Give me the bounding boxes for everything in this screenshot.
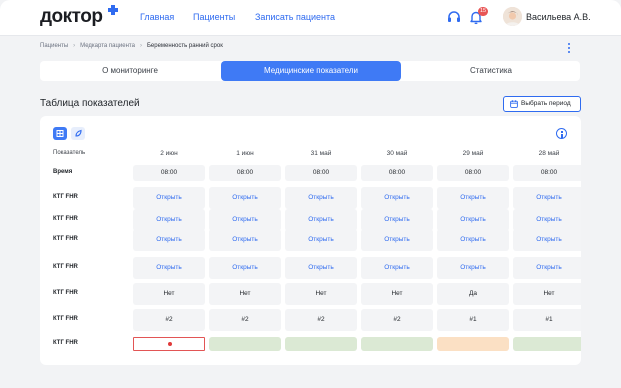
open-link[interactable]: Открыть (513, 229, 581, 251)
table-cell: 08:00 (513, 165, 581, 181)
info-icon[interactable] (556, 128, 567, 139)
date-column-header: 28 май (538, 150, 560, 157)
open-link[interactable]: Открыть (513, 209, 581, 231)
row-label: КТГ FHR (53, 340, 78, 346)
headset-icon[interactable] (446, 9, 462, 25)
row-label: КТГ FHR (53, 194, 78, 200)
row-label: КТГ FHR (53, 264, 78, 270)
top-header: доктор Главная Пациенты Записать пациент… (0, 0, 621, 36)
chart-view-icon (75, 129, 82, 137)
table-cell: Нет (361, 283, 433, 305)
user-name[interactable]: Васильева А.В. (526, 12, 591, 22)
table-cell: 08:00 (133, 165, 205, 181)
open-link[interactable]: Открыть (133, 187, 205, 209)
alert-dot-icon (168, 342, 172, 346)
avatar[interactable] (503, 7, 522, 26)
date-column-header: 29 май (462, 150, 484, 157)
app-window: доктор Главная Пациенты Записать пациент… (0, 0, 621, 388)
open-link[interactable]: Открыть (133, 257, 205, 279)
select-period-button[interactable]: Выбрать период (503, 96, 581, 112)
open-link[interactable]: Открыть (133, 209, 205, 231)
open-link[interactable]: Открыть (285, 257, 357, 279)
more-menu-icon[interactable] (566, 43, 572, 53)
section-title: Таблица показателей (40, 98, 140, 109)
table-cell: 08:00 (209, 165, 281, 181)
row-label: КТГ FHR (53, 236, 78, 242)
open-link[interactable]: Открыть (513, 187, 581, 209)
logo-cross-icon (108, 5, 118, 15)
table-cell: #1 (513, 309, 581, 331)
open-link[interactable]: Открыть (285, 209, 357, 231)
table-cell: Нет (209, 283, 281, 305)
row-label: КТГ FHR (53, 290, 78, 296)
open-link[interactable]: Открыть (361, 229, 433, 251)
table-cell: #1 (437, 309, 509, 331)
chevron-right-icon: › (73, 43, 76, 49)
chevron-right-icon: › (139, 43, 142, 49)
date-column-header: 1 июн (236, 150, 254, 157)
calendar-icon (510, 100, 518, 108)
grid-view-button[interactable] (53, 127, 67, 140)
status-cell[interactable] (133, 337, 205, 351)
nav-home[interactable]: Главная (140, 12, 174, 22)
open-link[interactable]: Открыть (133, 229, 205, 251)
table-cell: 08:00 (285, 165, 357, 181)
open-link[interactable]: Открыть (361, 257, 433, 279)
date-column-header: 2 июн (160, 150, 178, 157)
open-link[interactable]: Открыть (361, 209, 433, 231)
breadcrumb-patients[interactable]: Пациенты (40, 43, 68, 49)
open-link[interactable]: Открыть (209, 209, 281, 231)
open-link[interactable]: Открыть (437, 209, 509, 231)
open-link[interactable]: Открыть (209, 187, 281, 209)
tab-medical-indicators[interactable]: Медицинские показатели (221, 61, 401, 81)
notification-badge: 15 (478, 7, 488, 16)
indicators-card: Показатель 2 июн 1 июн 31 май 30 май 29 май 2… (40, 116, 581, 365)
open-link[interactable]: Открыть (285, 229, 357, 251)
table-cell: #2 (361, 309, 433, 331)
date-column-header: 31 май (310, 150, 332, 157)
status-cell[interactable] (361, 337, 433, 351)
open-link[interactable]: Открыть (513, 257, 581, 279)
logo[interactable]: доктор (40, 6, 103, 28)
open-link[interactable]: Открыть (437, 257, 509, 279)
tab-statistics[interactable]: Статистика (402, 61, 580, 81)
open-link[interactable]: Открыть (285, 187, 357, 209)
table-cell: 08:00 (361, 165, 433, 181)
open-link[interactable]: Открыть (209, 257, 281, 279)
status-cell[interactable] (209, 337, 281, 351)
status-cell[interactable] (513, 337, 581, 351)
row-label: Время (53, 169, 73, 175)
breadcrumb-medical-record[interactable]: Медкарта пациента (80, 43, 135, 49)
indicator-column-header: Показатель (53, 150, 86, 156)
breadcrumb-current: Беременность ранний срок (146, 43, 223, 49)
tab-about-monitoring[interactable]: О мониторинге (40, 61, 220, 81)
status-cell[interactable] (437, 337, 509, 351)
chart-view-button[interactable] (71, 127, 85, 140)
select-period-label: Выбрать период (521, 100, 571, 107)
open-link[interactable]: Открыть (361, 187, 433, 209)
open-link[interactable]: Открыть (437, 229, 509, 251)
nav-patients[interactable]: Пациенты (193, 12, 235, 22)
table-cell: #2 (209, 309, 281, 331)
table-cell: Нет (133, 283, 205, 305)
tab-bar: О мониторинге Медицинские показатели Ста… (40, 61, 580, 81)
table-cell: #2 (285, 309, 357, 331)
table-cell: Нет (285, 283, 357, 305)
table-cell: 08:00 (437, 165, 509, 181)
open-link[interactable]: Открыть (209, 229, 281, 251)
nav-book-patient[interactable]: Записать пациента (255, 12, 335, 22)
open-link[interactable]: Открыть (437, 187, 509, 209)
breadcrumb: Пациенты › Медкарта пациента › Беременность … (40, 43, 223, 49)
date-column-header: 30 май (386, 150, 408, 157)
row-label: КТГ FHR (53, 316, 78, 322)
row-label: КТГ FHR (53, 216, 78, 222)
table-cell: #2 (133, 309, 205, 331)
table-grid-icon (56, 130, 64, 137)
status-cell[interactable] (285, 337, 357, 351)
table-cell: Нет (513, 283, 581, 305)
table-cell: Да (437, 283, 509, 305)
